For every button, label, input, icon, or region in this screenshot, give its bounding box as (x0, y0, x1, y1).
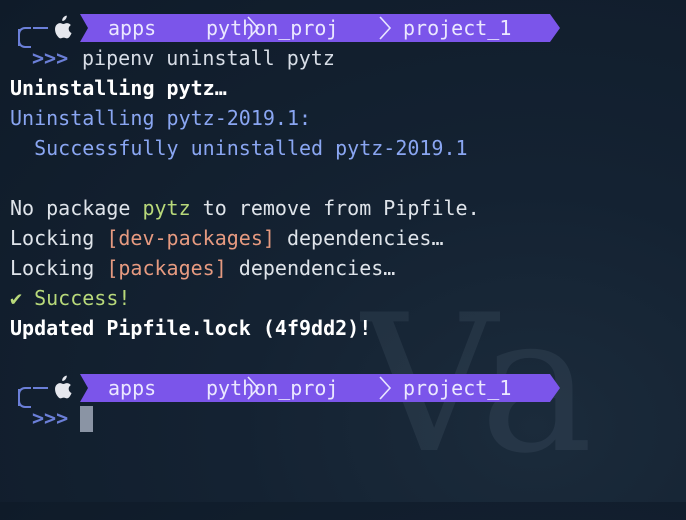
prompt-corner-bottom (18, 29, 31, 48)
output-line: No package pytz to remove from Pipfile. (10, 193, 480, 223)
output-text: Locking (10, 226, 107, 250)
path-segment-python-proj: python_proj (206, 16, 339, 40)
output-line: Updated Pipfile.lock (4f9dd2)! (10, 316, 372, 340)
apple-icon (55, 15, 72, 39)
path-segment-python-proj: python_proj (206, 376, 339, 400)
prompt-chevrons: >>> (32, 406, 69, 430)
terminal-cursor[interactable] (80, 406, 93, 432)
prompt-input-line-2: >>> (10, 389, 610, 433)
packages-label: [packages] (106, 256, 227, 280)
output-text: Locking (10, 256, 107, 280)
checkmark-icon: ✔ (10, 286, 23, 310)
command-text: pipenv uninstall pytz (82, 46, 335, 70)
path-segment-apps: apps (108, 16, 157, 40)
output-text: dependencies… (274, 226, 444, 250)
path-segment-apps: apps (108, 376, 157, 400)
output-text: to remove from Pipfile. (190, 196, 480, 220)
path-segment-project-1: project_1 (403, 376, 512, 400)
success-line: ✔ Success! (10, 283, 130, 313)
prompt-header-2: apps python_proj project_1 (10, 373, 570, 406)
package-name: pytz (142, 196, 191, 220)
success-text: Success! (22, 286, 131, 310)
output-line: Uninstalling pytz… (10, 76, 227, 100)
output-line: Uninstalling pytz-2019.1: (10, 106, 312, 130)
prompt-corner-bottom (18, 389, 31, 408)
dev-packages-label: [dev-packages] (106, 226, 275, 250)
path-segment-project-1: project_1 (403, 16, 512, 40)
apple-icon (55, 375, 72, 399)
prompt-header-1: apps python_proj project_1 (10, 13, 570, 46)
output-line: Successfully uninstalled pytz-2019.1 (10, 136, 468, 160)
output-text: No package (10, 196, 143, 220)
prompt-chevrons: >>> (32, 46, 69, 70)
output-text: dependencies… (226, 256, 396, 280)
prompt-input-line-1: >>> pipenv uninstall pytz (10, 29, 610, 73)
output-line: Locking [packages] dependencies… (10, 253, 395, 283)
output-line: Locking [dev-packages] dependencies… (10, 223, 443, 253)
